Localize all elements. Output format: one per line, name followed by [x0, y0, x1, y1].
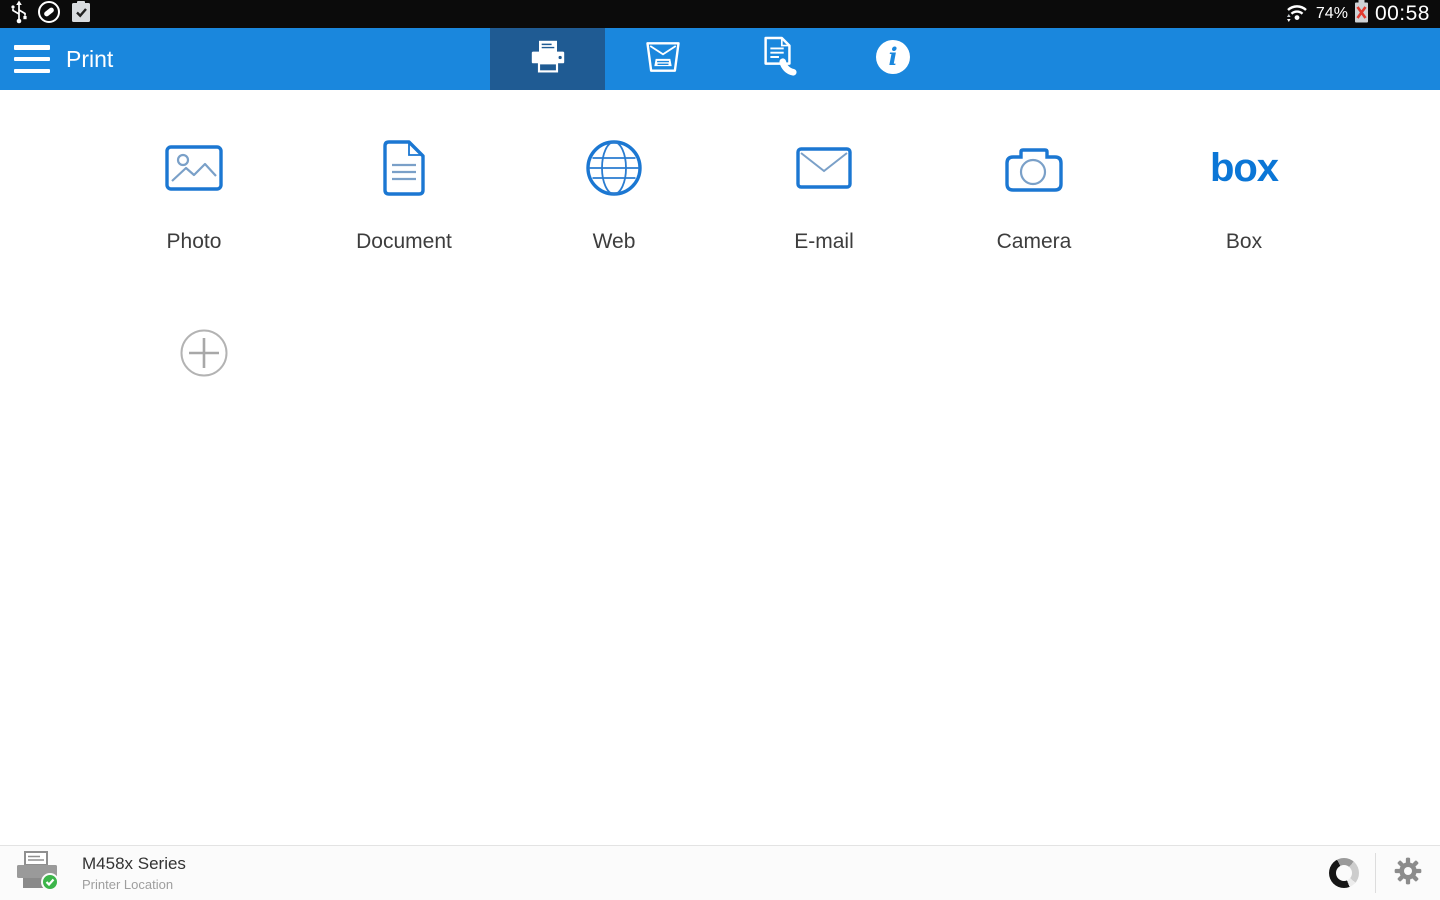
clipboard-check-icon [70, 0, 92, 29]
source-label: Document [356, 230, 452, 254]
bottom-bar-actions [1329, 853, 1440, 893]
source-label: Box [1226, 230, 1262, 254]
divider [1375, 853, 1376, 893]
status-bar-left [6, 0, 92, 29]
status-bar-right: 74% 00:58 [1284, 0, 1434, 28]
printer-status-icon [14, 850, 60, 897]
source-web[interactable]: Web [509, 134, 719, 254]
page-title: Print [66, 28, 113, 90]
tab-fax[interactable] [720, 28, 835, 90]
settings-button[interactable] [1392, 855, 1424, 892]
source-label: Camera [997, 230, 1072, 254]
globe-icon [585, 134, 643, 202]
camera-icon [1005, 134, 1063, 202]
printer-icon [528, 39, 568, 80]
supplies-donut-icon[interactable] [1329, 858, 1359, 888]
usb-icon [10, 0, 28, 29]
wifi-icon [1284, 1, 1310, 28]
clock: 00:58 [1375, 2, 1430, 26]
box-logo: box [1210, 134, 1278, 202]
printer-location: Printer Location [82, 877, 186, 892]
scanner-icon [642, 39, 684, 80]
photo-icon [165, 134, 223, 202]
source-label: E-mail [794, 230, 854, 254]
document-icon [381, 134, 427, 202]
email-icon [796, 134, 852, 202]
printer-name: M458x Series [82, 854, 186, 874]
source-document[interactable]: Document [299, 134, 509, 254]
screen: 74% 00:58 Print [0, 0, 1440, 900]
source-photo[interactable]: Photo [89, 134, 299, 254]
fax-icon [758, 35, 798, 84]
plus-icon [180, 364, 228, 381]
bottom-bar: M458x Series Printer Location [0, 845, 1440, 900]
source-label: Photo [167, 230, 222, 254]
menu-button[interactable] [14, 42, 50, 76]
info-icon: i [874, 38, 912, 81]
source-camera[interactable]: Camera [929, 134, 1139, 254]
printer-info: M458x Series Printer Location [82, 854, 186, 892]
source-box[interactable]: box Box [1139, 134, 1349, 254]
tab-info[interactable]: i [835, 28, 950, 90]
source-grid: Photo Document Web [89, 134, 1349, 254]
battery-percent: 74% [1316, 5, 1348, 23]
source-label: Web [593, 230, 636, 254]
status-bar: 74% 00:58 [0, 0, 1440, 28]
tab-bar: i [490, 28, 950, 90]
app-bar: Print [0, 28, 1440, 90]
tab-print[interactable] [490, 28, 605, 90]
tab-scan[interactable] [605, 28, 720, 90]
gear-icon [1392, 855, 1424, 892]
printer-selector[interactable]: M458x Series Printer Location [0, 850, 186, 897]
svg-text:i: i [888, 42, 897, 71]
battery-error-icon [1354, 0, 1369, 28]
add-source-button[interactable] [180, 329, 228, 377]
disc-icon [37, 0, 61, 29]
source-email[interactable]: E-mail [719, 134, 929, 254]
